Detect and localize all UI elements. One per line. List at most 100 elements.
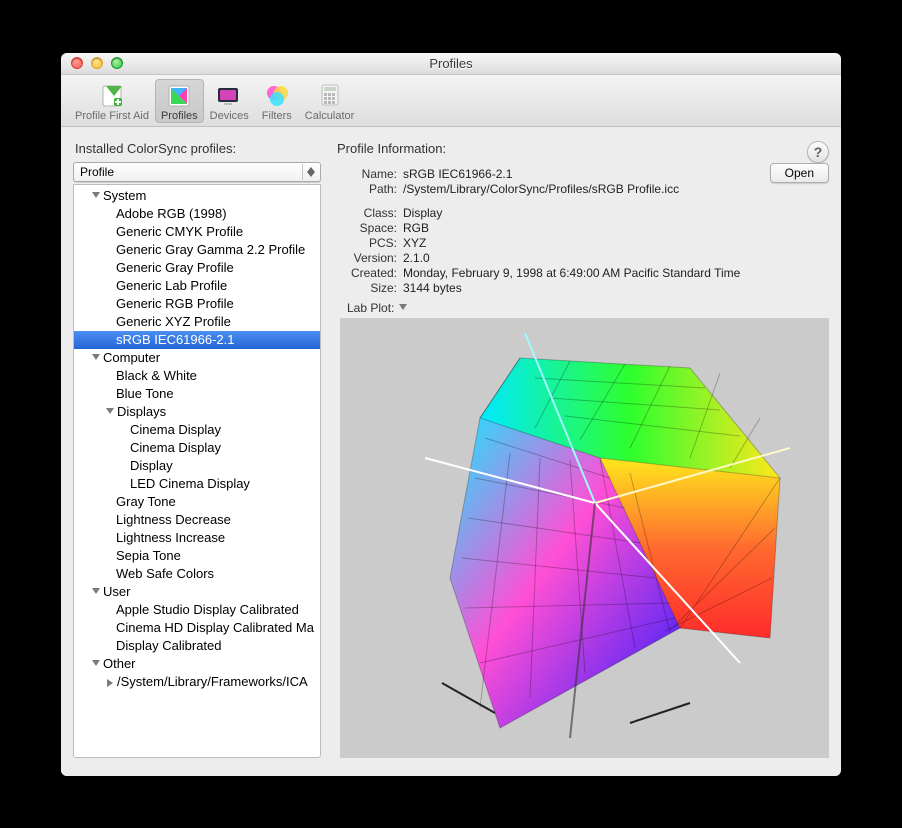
tree-label: System (103, 187, 146, 205)
toolbar-label: Filters (262, 110, 292, 122)
tree-label: Blue Tone (116, 385, 174, 403)
app-window: Profiles Profile First Aid Profiles Device… (61, 53, 841, 776)
toolbar-label: Profiles (161, 110, 198, 122)
tree-label: Cinema HD Display Calibrated Ma (116, 619, 314, 637)
tree-item[interactable]: Gray Tone (74, 493, 320, 511)
disclosure-triangle-icon[interactable] (92, 192, 100, 198)
tree-label: Generic Gray Gamma 2.2 Profile (116, 241, 305, 259)
tree-item[interactable]: Apple Studio Display Calibrated (74, 601, 320, 619)
kv-label: Space: (341, 221, 397, 235)
tree-label: Gray Tone (116, 493, 176, 511)
kv-label: Name: (341, 167, 397, 181)
tree-label: Generic Lab Profile (116, 277, 227, 295)
tree-item[interactable]: Generic Lab Profile (74, 277, 320, 295)
tree-label: Display (130, 457, 173, 475)
tree-label: Apple Studio Display Calibrated (116, 601, 299, 619)
tree-label: User (103, 583, 130, 601)
tree-item[interactable]: Cinema HD Display Calibrated Ma (74, 619, 320, 637)
profile-tree[interactable]: SystemAdobe RGB (1998)Generic CMYK Profi… (73, 184, 321, 758)
toolbar-calculator[interactable]: Calculator (299, 79, 361, 123)
tree-item[interactable]: Display Calibrated (74, 637, 320, 655)
tree-item[interactable]: Generic Gray Profile (74, 259, 320, 277)
tree-label: sRGB IEC61966-2.1 (116, 331, 235, 349)
tree-label: Computer (103, 349, 160, 367)
tree-item[interactable]: Lightness Increase (74, 529, 320, 547)
toolbar-label: Profile First Aid (75, 110, 149, 122)
tree-item[interactable]: Generic XYZ Profile (74, 313, 320, 331)
tree-group[interactable]: Displays (74, 403, 320, 421)
profile-sort-dropdown[interactable]: Profile (73, 162, 321, 182)
disclosure-triangle-icon[interactable] (106, 408, 114, 414)
tree-item[interactable]: Generic Gray Gamma 2.2 Profile (74, 241, 320, 259)
disclosure-triangle-icon[interactable] (107, 679, 113, 687)
tree-item[interactable]: Generic RGB Profile (74, 295, 320, 313)
tree-label: Cinema Display (130, 439, 221, 457)
toolbar-label: Calculator (305, 110, 355, 122)
tree-group[interactable]: System (74, 187, 320, 205)
profile-information-header: Profile Information: (335, 141, 446, 156)
tree-item[interactable]: Adobe RGB (1998) (74, 205, 320, 223)
toolbar-profiles[interactable]: Profiles (155, 79, 204, 123)
toolbar-devices[interactable]: Devices (204, 79, 255, 123)
tree-label: Displays (117, 403, 166, 421)
disclosure-triangle-icon[interactable] (92, 588, 100, 594)
tree-item[interactable]: Lightness Decrease (74, 511, 320, 529)
profile-first-aid-icon (96, 81, 128, 109)
tree-item[interactable]: Cinema Display (74, 439, 320, 457)
tree-label: Generic CMYK Profile (116, 223, 243, 241)
tree-group[interactable]: Computer (74, 349, 320, 367)
tree-item[interactable]: Cinema Display (74, 421, 320, 439)
kv-class-value: Display (403, 206, 829, 220)
profile-sort-dropdown-label: Profile (80, 165, 114, 179)
kv-version-value: 2.1.0 (403, 251, 829, 265)
lab-plot[interactable] (340, 318, 829, 758)
kv-size-value: 3144 bytes (403, 281, 829, 295)
tree-group[interactable]: Other (74, 655, 320, 673)
help-button[interactable]: ? (807, 141, 829, 163)
tree-label: LED Cinema Display (130, 475, 250, 493)
tree-label: Adobe RGB (1998) (116, 205, 227, 223)
tree-item[interactable]: Display (74, 457, 320, 475)
kv-pcs-value: XYZ (403, 236, 829, 250)
kv-path-value: /System/Library/ColorSync/Profiles/sRGB … (403, 182, 760, 196)
tree-group[interactable]: /System/Library/Frameworks/ICA (74, 673, 320, 691)
devices-icon (213, 81, 245, 109)
triangle-down-icon[interactable] (399, 304, 407, 310)
tree-label: Generic XYZ Profile (116, 313, 231, 331)
tree-group[interactable]: User (74, 583, 320, 601)
tree-label: Sepia Tone (116, 547, 181, 565)
tree-label: Lightness Increase (116, 529, 225, 547)
tree-item[interactable]: Web Safe Colors (74, 565, 320, 583)
tree-label: Cinema Display (130, 421, 221, 439)
tree-item[interactable]: LED Cinema Display (74, 475, 320, 493)
tree-label: Lightness Decrease (116, 511, 231, 529)
kv-label: Version: (341, 251, 397, 265)
kv-space-value: RGB (403, 221, 829, 235)
tree-label: Display Calibrated (116, 637, 222, 655)
tree-item[interactable]: sRGB IEC61966-2.1 (74, 331, 320, 349)
tree-label: Web Safe Colors (116, 565, 214, 583)
tree-label: Generic RGB Profile (116, 295, 234, 313)
tree-item[interactable]: Black & White (74, 367, 320, 385)
kv-label: PCS: (341, 236, 397, 250)
toolbar-filters[interactable]: Filters (255, 79, 299, 123)
profiles-icon (163, 81, 195, 109)
toolbar-profile-first-aid[interactable]: Profile First Aid (69, 79, 155, 123)
tree-item[interactable]: Generic CMYK Profile (74, 223, 320, 241)
labplot-label: Lab Plot: (347, 301, 394, 315)
window-title: Profiles (61, 56, 841, 71)
toolbar-label: Devices (210, 110, 249, 122)
disclosure-triangle-icon[interactable] (92, 660, 100, 666)
open-button[interactable]: Open (770, 163, 829, 183)
installed-profiles-header: Installed ColorSync profiles: (73, 141, 321, 156)
kv-label: Path: (341, 182, 397, 196)
kv-created-value: Monday, February 9, 1998 at 6:49:00 AM P… (403, 266, 829, 280)
tree-item[interactable]: Blue Tone (74, 385, 320, 403)
titlebar: Profiles (61, 53, 841, 75)
tree-item[interactable]: Sepia Tone (74, 547, 320, 565)
kv-name-value: sRGB IEC61966-2.1 (403, 167, 760, 181)
kv-label: Created: (341, 266, 397, 280)
disclosure-triangle-icon[interactable] (92, 354, 100, 360)
filters-icon (261, 81, 293, 109)
tree-label: /System/Library/Frameworks/ICA (117, 673, 308, 691)
